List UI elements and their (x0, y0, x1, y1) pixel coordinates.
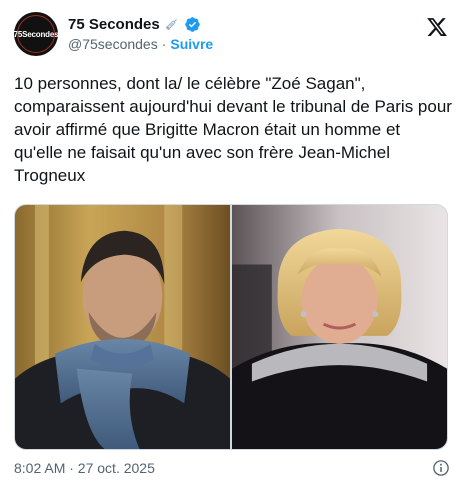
tweet-footer: 8:02 AM · 27 oct. 2025 (14, 458, 450, 478)
timestamp[interactable]: 8:02 AM · 27 oct. 2025 (14, 460, 155, 476)
x-logo-icon[interactable] (426, 16, 448, 38)
syringe-icon (165, 19, 177, 31)
tweet-text: 10 personnes, dont la/ le célèbre "Zoé S… (14, 74, 457, 185)
handle-row: @75secondes · Suivre (68, 34, 213, 54)
name-row: 75 Secondes (68, 14, 213, 34)
display-name[interactable]: 75 Secondes (68, 16, 160, 33)
avatar[interactable]: 75Secondes (14, 12, 59, 56)
tweet-header: 75Secondes 75 Secondes @75secondes · Sui… (14, 12, 450, 58)
info-icon[interactable] (432, 459, 450, 477)
handle[interactable]: @75secondes (68, 36, 158, 52)
follow-button[interactable]: Suivre (170, 36, 213, 52)
author-info: 75 Secondes @75secondes · Suivre (68, 14, 213, 54)
avatar-ring (17, 15, 55, 53)
media-grid[interactable] (14, 204, 448, 450)
verified-icon (184, 16, 200, 32)
photo-woman-illustration (232, 205, 447, 449)
photo-woman-blonde[interactable] (232, 205, 447, 449)
photo-man-blue-scarf[interactable] (15, 205, 230, 449)
photo-man-illustration (15, 205, 230, 449)
separator: · (161, 36, 167, 52)
